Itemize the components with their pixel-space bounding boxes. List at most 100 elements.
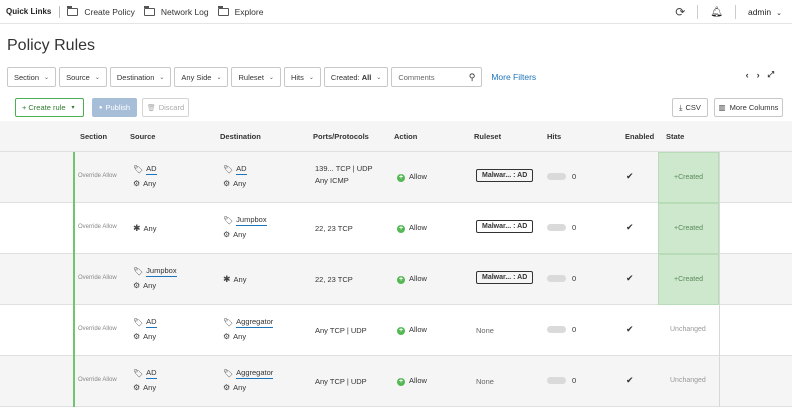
hits-cell: 0 — [547, 376, 576, 385]
object-item[interactable]: ✱ Any — [223, 272, 246, 286]
col-header-hits[interactable]: Hits — [547, 121, 561, 152]
port-line: 22, 23 TCP — [315, 275, 353, 284]
object-item[interactable]: ⚙ Any — [133, 380, 157, 394]
enabled-check-icon[interactable]: ✔ — [626, 273, 634, 284]
table-row[interactable]: Override Allow 🏷︎ AD ⚙ Any 🏷︎ AD ⚙ Any 139... TCP… — [0, 152, 792, 203]
destination-cell: ✱ Any — [223, 272, 246, 286]
port-line: Any TCP | UDP — [315, 326, 367, 335]
search-icon[interactable]: ⚲ — [469, 72, 476, 83]
table-row[interactable]: Override Allow 🏷︎ AD ⚙ Any 🏷︎ Aggregator ⚙ Any An… — [0, 356, 792, 407]
next-page-icon[interactable]: › — [757, 70, 760, 80]
object-item[interactable]: ⚙ Any — [223, 329, 273, 343]
gear-icon: ⚙ — [223, 178, 231, 188]
enabled-check-icon[interactable]: ✔ — [626, 324, 634, 335]
state-label: Unchanged — [670, 326, 706, 333]
object-item[interactable]: 🏷︎ AD — [223, 162, 247, 176]
state-label: Created — [678, 225, 703, 232]
col-header-source[interactable]: Source — [130, 121, 155, 152]
filter-source[interactable]: Source ⌄ — [59, 67, 107, 87]
row-indicator — [73, 203, 75, 254]
object-item[interactable]: ⚙ Any — [223, 380, 273, 394]
hits-bar — [547, 326, 566, 333]
publish-button[interactable]: ● Publish — [92, 98, 137, 117]
tag-icon: 🏷︎ — [223, 317, 234, 327]
section-cell: Override Allow — [78, 173, 117, 179]
object-item[interactable]: 🏷︎ AD — [133, 162, 157, 176]
discard-button[interactable]: 🗑︎ Discard — [142, 98, 189, 117]
tag-icon: 🏷︎ — [223, 215, 234, 225]
filter-section[interactable]: Section ⌄ — [7, 67, 57, 87]
user-menu[interactable]: admin ⌄ — [748, 7, 782, 17]
enabled-check-icon[interactable]: ✔ — [626, 375, 634, 386]
column-divider — [719, 203, 720, 254]
ruleset-badge[interactable]: Malwar... : AD — [476, 220, 534, 233]
object-item[interactable]: 🏷︎ AD — [133, 315, 157, 329]
gear-icon: ⚙ — [133, 178, 141, 188]
col-header-action[interactable]: Action — [394, 121, 417, 152]
action-cell: + Allow — [397, 223, 427, 233]
enabled-check-icon[interactable]: ✔ — [626, 222, 634, 233]
quick-link-explore[interactable]: Explore — [217, 5, 263, 17]
action-label: Allow — [409, 325, 427, 334]
object-label: Aggregator — [236, 316, 274, 328]
action-label: Allow — [409, 223, 427, 232]
section-cell: Override Allow — [78, 326, 117, 332]
col-header-ruleset[interactable]: Ruleset — [474, 121, 501, 152]
state-badge: + Created — [658, 254, 719, 305]
object-label: Any — [143, 280, 157, 290]
comments-search-input[interactable]: Comments ⚲ — [391, 67, 483, 87]
source-cell: 🏷︎ AD ⚙ Any — [133, 366, 157, 394]
object-item[interactable]: ✱ Any — [133, 221, 156, 235]
section-cell: Override Allow — [78, 377, 117, 383]
columns-icon: ▥ — [718, 103, 726, 112]
col-header-section[interactable]: Section — [80, 121, 107, 152]
object-item[interactable]: ⚙ Any — [133, 329, 157, 343]
filter-hits[interactable]: Hits ⌄ — [283, 67, 321, 87]
more-filters-link[interactable]: More Filters — [491, 72, 536, 82]
ruleset-badge[interactable]: Malwar... : AD — [476, 271, 534, 284]
more-columns-button[interactable]: ▥ More Columns — [714, 98, 783, 117]
col-header-ports[interactable]: Ports/Protocols — [313, 121, 369, 152]
port-line: Any TCP | UDP — [315, 377, 367, 386]
col-header-state[interactable]: State — [666, 121, 684, 152]
refresh-icon[interactable]: ⟳ — [675, 5, 685, 19]
object-label: Jumpbox — [146, 265, 177, 277]
object-item[interactable]: 🏷︎ AD — [133, 366, 157, 380]
quick-link-create-policy[interactable]: Create Policy — [67, 5, 135, 17]
filter-any-side[interactable]: Any Side ⌄ — [174, 67, 229, 87]
prev-page-icon[interactable]: ‹ — [746, 70, 749, 80]
object-item[interactable]: ⚙ Any — [223, 227, 267, 241]
col-header-enabled[interactable]: Enabled — [625, 121, 654, 152]
filter-created[interactable]: Created: All ⌄ — [323, 67, 389, 87]
object-item[interactable]: 🏷︎ Jumpbox — [223, 213, 267, 227]
folder-icon — [217, 5, 229, 16]
quick-link-network-log[interactable]: Network Log — [143, 5, 209, 17]
ruleset-badge[interactable]: Malwar... : AD — [476, 169, 534, 182]
object-item[interactable]: 🏷︎ Aggregator — [223, 366, 274, 380]
table-row[interactable]: Override Allow ✱ Any 🏷︎ Jumpbox ⚙ Any 22, 23 TC… — [0, 203, 792, 254]
plus-icon: + — [22, 103, 27, 112]
object-item[interactable]: 🏷︎ Jumpbox — [133, 264, 177, 278]
action-cell: + Allow — [397, 325, 427, 335]
section-cell: Override Allow — [78, 224, 117, 230]
object-item[interactable]: ⚙ Any — [223, 176, 247, 190]
ruleset-cell: Malwar... : AD — [476, 169, 534, 182]
table-row[interactable]: Override Allow 🏷︎ Jumpbox ⚙ Any ✱ Any 22, 23 TC… — [0, 254, 792, 305]
hits-bar — [547, 173, 566, 180]
object-item[interactable]: 🏷︎ Aggregator — [223, 315, 274, 329]
filter-ruleset[interactable]: Ruleset ⌄ — [231, 67, 281, 87]
object-item[interactable]: ⚙ Any — [133, 278, 177, 292]
object-label: Any — [233, 331, 247, 341]
folder-icon — [143, 5, 155, 16]
filter-destination[interactable]: Destination ⌄ — [109, 67, 172, 87]
gear-icon: ⚙ — [133, 382, 141, 392]
table-row[interactable]: Override Allow 🏷︎ AD ⚙ Any 🏷︎ Aggregator ⚙ Any An… — [0, 305, 792, 356]
enabled-check-icon[interactable]: ✔ — [626, 171, 634, 182]
object-item[interactable]: ⚙ Any — [133, 176, 157, 190]
gear-icon: ⚙ — [223, 331, 231, 341]
create-rule-button[interactable]: + Create rule ▾ — [15, 98, 84, 117]
csv-export-button[interactable]: ⤓ CSV — [672, 98, 708, 117]
col-header-destination[interactable]: Destination — [220, 121, 261, 152]
bell-icon[interactable]: 🔔︎ — [710, 7, 723, 18]
expand-icon[interactable]: ⤢ — [768, 70, 774, 80]
